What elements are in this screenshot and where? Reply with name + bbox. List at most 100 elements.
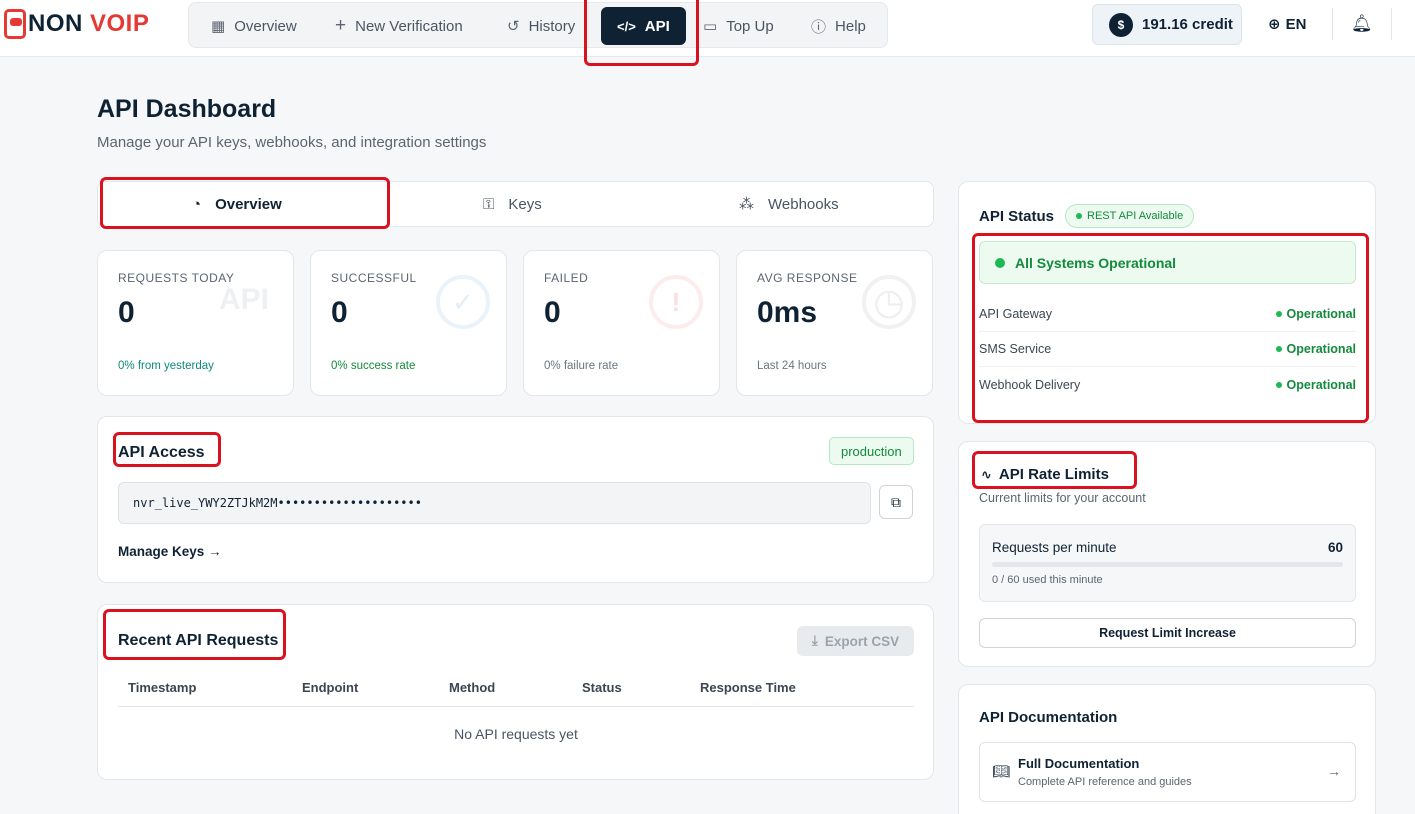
rate-limit-progress [992, 562, 1343, 567]
service-state: Operational [1286, 342, 1356, 356]
nav-label: Overview [234, 17, 297, 35]
stat-card-successful: SUCCESSFUL 0 0% success rate ✓ [310, 250, 507, 396]
service-name: API Gateway [979, 307, 1052, 321]
status-dot-icon [1275, 346, 1282, 352]
main-nav: ▦ Overview + New Verification ↺ History … [188, 2, 888, 48]
column-header[interactable]: Timestamp [128, 680, 196, 695]
rate-limit-label: Requests per minute [992, 540, 1117, 555]
recent-requests-title: Recent API Requests [118, 632, 279, 649]
doc-subtitle: Complete API reference and guides [1018, 776, 1192, 788]
column-header[interactable]: Method [449, 680, 495, 695]
service-row: Webhook Delivery Operational [979, 367, 1356, 402]
stat-footer: 0% success rate [331, 360, 416, 372]
column-header[interactable]: Response Time [700, 680, 796, 695]
gauge-icon: ◔ [192, 195, 202, 213]
recent-requests-card: Recent API Requests ⤓ Export CSV Timesta… [97, 604, 934, 780]
wallet-icon: ▭ [703, 18, 718, 35]
service-name: Webhook Delivery [979, 377, 1081, 392]
status-dot-icon [995, 257, 1005, 268]
stat-footer: 0% failure rate [544, 360, 619, 372]
api-documentation-title: API Documentation [979, 709, 1118, 726]
stat-card-failed: FAILED 0 0% failure rate ! [523, 250, 720, 396]
tab-label: Overview [215, 195, 282, 213]
rate-limits-subtitle: Current limits for your account [979, 491, 1146, 505]
nav-new-verification[interactable]: + New Verification [335, 3, 463, 49]
phone-logo-icon [4, 9, 26, 39]
full-documentation-link[interactable]: 📖︎ Full Documentation Complete API refer… [979, 742, 1356, 802]
nav-label: History [528, 17, 576, 35]
tab-label: Keys [508, 195, 542, 213]
table-divider [118, 706, 914, 707]
grid-icon: ▦ [211, 18, 226, 35]
tab-overview[interactable]: ◔ Overview [192, 182, 282, 226]
clock-icon: ◷ [862, 275, 916, 329]
brand-logo[interactable]: NON VOIP [4, 9, 149, 39]
service-state: Operational [1286, 307, 1356, 321]
language-selector[interactable]: ⊕ EN [1268, 15, 1307, 34]
tab-keys[interactable]: ⚿ Keys [483, 182, 542, 226]
nav-label: Top Up [726, 17, 774, 35]
overall-status-label: All Systems Operational [1015, 254, 1177, 271]
language-label: EN [1285, 15, 1307, 33]
export-label: Export CSV [824, 633, 900, 649]
copy-icon: ⧉ [891, 493, 901, 510]
globe-icon: ⊕ [1268, 16, 1281, 33]
doc-title: Full Documentation [1018, 756, 1140, 771]
badge-label: REST API Available [1087, 210, 1184, 222]
api-tabs: ◔ Overview ⚿ Keys ⁂ Webhooks [97, 181, 934, 227]
key-icon: ⚿ [483, 195, 495, 213]
api-watermark-icon: API [218, 283, 269, 316]
divider [1391, 8, 1392, 40]
stat-card-avg-response: AVG RESPONSE 0ms Last 24 hours ◷ [736, 250, 933, 396]
plus-icon: + [335, 15, 347, 36]
tab-webhooks[interactable]: ⁂ Webhooks [739, 182, 839, 226]
api-status-card: API Status REST API Available All System… [958, 181, 1376, 424]
nav-help[interactable]: ⓘ Help [811, 3, 866, 49]
arrow-right-icon: → [1327, 763, 1341, 779]
credit-balance[interactable]: $ 191.16 credit [1092, 4, 1242, 45]
service-row: API Gateway Operational [979, 297, 1356, 332]
nav-top-up[interactable]: ▭ Top Up [703, 3, 774, 49]
api-status-title: API Status [979, 208, 1055, 225]
rate-limits-card: ∿ API Rate Limits Current limits for you… [958, 441, 1376, 667]
nav-label: New Verification [355, 17, 463, 35]
help-icon: ⓘ [811, 18, 827, 36]
api-access-card: API Access production nvr_live_YWY2ZTJkM… [97, 416, 934, 583]
column-header[interactable]: Status [582, 680, 622, 695]
manage-keys-link[interactable]: Manage Keys → [118, 544, 222, 559]
top-bar: NON VOIP ▦ Overview + New Verification ↺… [0, 0, 1415, 57]
alert-circle-icon: ! [649, 275, 703, 329]
status-dot-icon [1275, 381, 1282, 388]
service-state: Operational [1286, 377, 1356, 392]
api-documentation-card: API Documentation 📖︎ Full Documentation … [958, 684, 1376, 814]
dollar-icon: $ [1109, 12, 1133, 37]
nav-overview[interactable]: ▦ Overview [211, 3, 297, 49]
column-header[interactable]: Endpoint [302, 680, 358, 695]
activity-icon: ∿ [981, 466, 992, 482]
api-key-field[interactable]: nvr_live_YWY2ZTJkM2M•••••••••••••••••••• [118, 482, 871, 524]
book-icon: 📖︎ [992, 763, 1010, 779]
code-icon: </> [617, 18, 636, 34]
stat-footer: 0% from yesterday [118, 360, 214, 372]
nav-api[interactable]: </> API [601, 7, 686, 45]
rest-available-badge: REST API Available [1065, 204, 1195, 228]
history-icon: ↺ [507, 18, 520, 35]
nav-history[interactable]: ↺ History [507, 3, 575, 49]
status-dot-icon [1275, 311, 1282, 317]
tab-label: Webhooks [768, 195, 839, 213]
webhook-icon: ⁂ [739, 196, 754, 213]
rate-limit-value: 60 [1327, 540, 1343, 555]
service-name: SMS Service [979, 342, 1052, 356]
page-title: API Dashboard [97, 95, 277, 123]
nav-label: API [644, 17, 670, 35]
stat-footer: Last 24 hours [757, 360, 827, 372]
request-limit-increase-button[interactable]: Request Limit Increase [979, 618, 1356, 648]
bell-icon[interactable]: 🔔︎ [1351, 14, 1373, 34]
nav-label: Help [835, 17, 866, 35]
copy-key-button[interactable]: ⧉ [879, 485, 913, 519]
status-dot-icon [1076, 213, 1082, 219]
brand-name-part: NON [28, 10, 90, 37]
page-subtitle: Manage your API keys, webhooks, and inte… [97, 134, 487, 151]
export-csv-button[interactable]: ⤓ Export CSV [797, 626, 914, 656]
brand-name-part: VOIP [90, 10, 150, 37]
